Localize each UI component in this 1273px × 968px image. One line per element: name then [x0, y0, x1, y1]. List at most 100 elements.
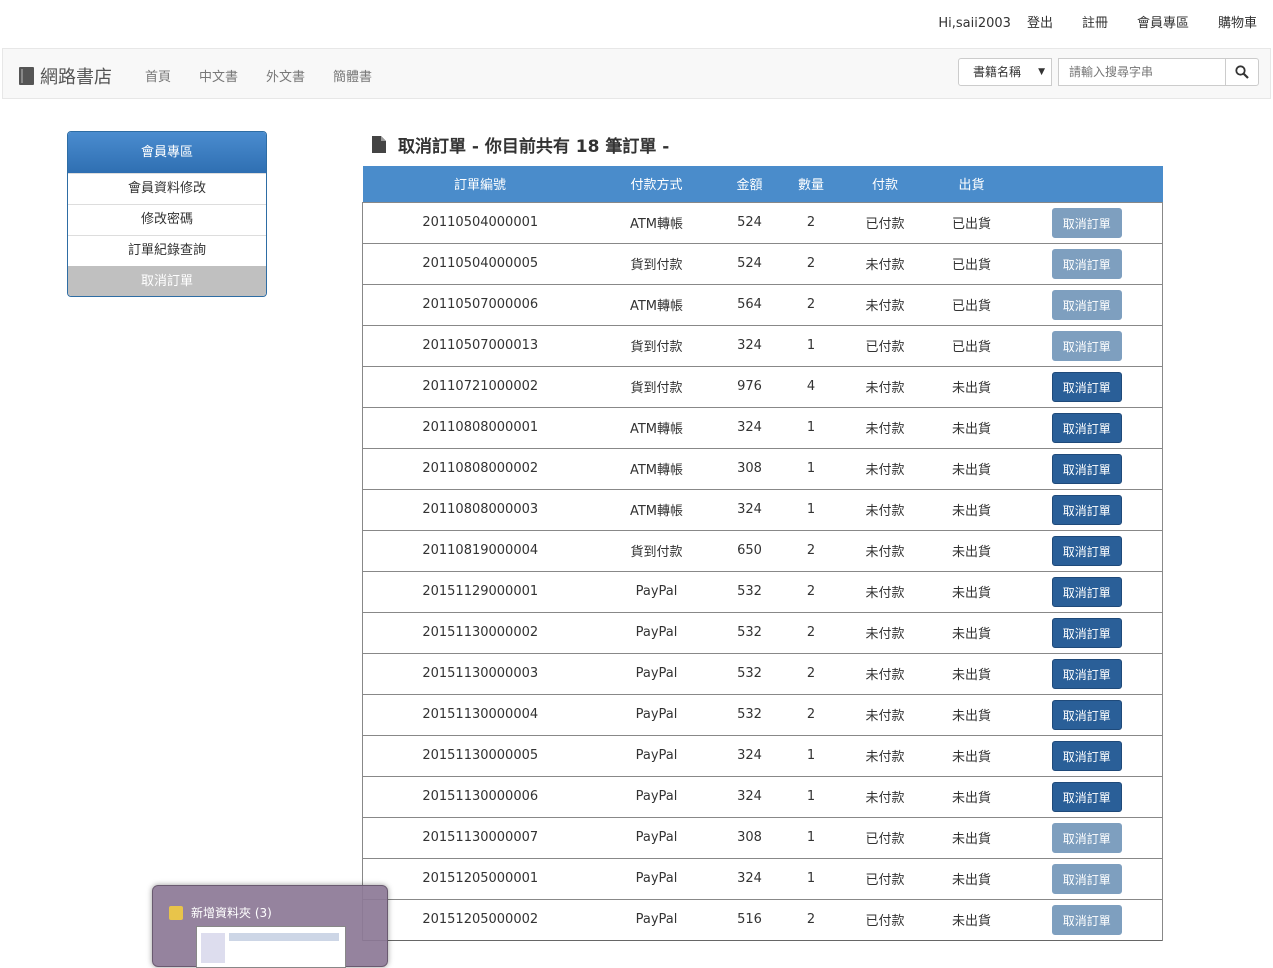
col-header-payment-method: 付款方式 [630, 178, 683, 194]
quantity-cell: 2 [783, 529, 839, 571]
cancel-order-button[interactable]: 取消訂單 [1051, 740, 1122, 771]
payment-status-cell: 未付款 [838, 611, 932, 653]
table-row: 20151130000003 PayPal 532 2 未付款 未出貨 取消訂單 [362, 652, 1163, 694]
sidebar-item-edit-profile[interactable]: 會員資料修改 [68, 173, 266, 204]
action-cell: 取消訂單 [1011, 570, 1163, 612]
col-header-payment-status: 付款 [871, 178, 898, 194]
orders-table: 訂單編號 付款方式 金額 數量 付款 出貨 20110504000001 ATM轉… [362, 166, 1163, 941]
shipping-status-cell: 未出貨 [931, 816, 1012, 858]
payment-method-cell: PayPal [597, 611, 716, 653]
payment-status-cell: 未付款 [838, 734, 932, 776]
page-title: 取消訂單 - 你目前共有 18 筆訂單 - [372, 132, 669, 157]
shipping-status-cell: 未出貨 [931, 406, 1012, 448]
cancel-order-button[interactable]: 取消訂單 [1051, 658, 1122, 689]
amount-cell: 532 [715, 652, 784, 694]
quantity-cell: 1 [783, 447, 839, 489]
payment-status-cell: 未付款 [838, 283, 932, 325]
quantity-cell: 1 [783, 406, 839, 448]
logout-link[interactable]: 登出 [1027, 14, 1053, 34]
cancel-order-button[interactable]: 取消訂單 [1051, 617, 1122, 648]
cancel-order-button[interactable]: 取消訂單 [1051, 781, 1122, 812]
col-header-order-id: 訂單編號 [453, 178, 506, 194]
quantity-cell: 2 [783, 570, 839, 612]
payment-status-cell: 未付款 [838, 652, 932, 694]
cancel-order-button[interactable]: 取消訂單 [1051, 576, 1122, 607]
cancel-order-button[interactable]: 取消訂單 [1051, 822, 1122, 853]
cancel-order-button[interactable]: 取消訂單 [1051, 863, 1122, 894]
cart-link[interactable]: 購物車 [1218, 14, 1257, 34]
payment-status-cell: 已付款 [838, 201, 932, 243]
cancel-order-button[interactable]: 取消訂單 [1051, 248, 1122, 279]
cancel-order-button[interactable]: 取消訂單 [1051, 453, 1122, 484]
payment-status-cell: 未付款 [838, 488, 932, 530]
cancel-order-button[interactable]: 取消訂單 [1051, 494, 1122, 525]
taskbar-thumbnail[interactable]: 新增資料夾 (3) [152, 885, 388, 968]
nav-home[interactable]: 首頁 [145, 66, 171, 85]
nav-simplified-books[interactable]: 簡體書 [333, 66, 372, 85]
payment-status-cell: 未付款 [838, 406, 932, 448]
amount-cell: 524 [715, 242, 784, 284]
sidebar-item-order-history[interactable]: 訂單紀錄查詢 [68, 235, 266, 266]
payment-method-cell: ATM轉帳 [597, 283, 716, 325]
quantity-cell: 2 [783, 611, 839, 653]
amount-cell: 976 [715, 365, 784, 407]
cancel-order-button[interactable]: 取消訂單 [1051, 535, 1122, 566]
member-area-link[interactable]: 會員專區 [1137, 14, 1189, 34]
cancel-order-button[interactable]: 取消訂單 [1051, 904, 1122, 935]
quantity-cell: 4 [783, 365, 839, 407]
nav-chinese-books[interactable]: 中文書 [199, 66, 238, 85]
table-row: 20110504000005 貨到付款 524 2 未付款 已出貨 取消訂單 [362, 242, 1163, 284]
top-links: Hi,saii2003 登出 註冊 會員專區 購物車 [938, 14, 1257, 34]
table-row: 20151130000007 PayPal 308 1 已付款 未出貨 取消訂單 [362, 816, 1163, 858]
page-title-text: 取消訂單 - 你目前共有 18 筆訂單 - [398, 137, 670, 157]
col-header-quantity: 數量 [797, 178, 824, 194]
payment-status-cell: 已付款 [838, 324, 932, 366]
amount-cell: 564 [715, 283, 784, 325]
action-cell: 取消訂單 [1011, 365, 1163, 407]
shipping-status-cell: 未出貨 [931, 898, 1012, 940]
payment-method-cell: ATM轉帳 [597, 201, 716, 243]
cancel-order-button[interactable]: 取消訂單 [1051, 371, 1122, 402]
order-id-cell: 20110721000002 [362, 365, 598, 407]
shipping-status-cell: 未出貨 [931, 857, 1012, 899]
shipping-status-cell: 已出貨 [931, 283, 1012, 325]
nav-foreign-books[interactable]: 外文書 [266, 66, 305, 85]
amount-cell: 324 [715, 734, 784, 776]
order-id-cell: 20151129000001 [362, 570, 598, 612]
action-cell: 取消訂單 [1011, 734, 1163, 776]
shipping-status-cell: 未出貨 [931, 529, 1012, 571]
action-cell: 取消訂單 [1011, 406, 1163, 448]
cancel-order-button[interactable]: 取消訂單 [1051, 412, 1122, 443]
amount-cell: 324 [715, 488, 784, 530]
action-cell: 取消訂單 [1011, 857, 1163, 899]
cancel-order-button[interactable]: 取消訂單 [1051, 699, 1122, 730]
shipping-status-cell: 未出貨 [931, 570, 1012, 612]
cancel-order-button[interactable]: 取消訂單 [1051, 207, 1122, 238]
quantity-cell: 1 [783, 488, 839, 530]
order-id-cell: 20151130000006 [362, 775, 598, 817]
search-button[interactable] [1225, 58, 1259, 86]
search-icon [1235, 65, 1249, 79]
brand[interactable]: 網路書店 [19, 63, 112, 89]
amount-cell: 324 [715, 775, 784, 817]
payment-method-cell: PayPal [597, 857, 716, 899]
payment-method-cell: ATM轉帳 [597, 447, 716, 489]
table-row: 20151130000005 PayPal 324 1 未付款 未出貨 取消訂單 [362, 734, 1163, 776]
action-cell: 取消訂單 [1011, 488, 1163, 530]
action-cell: 取消訂單 [1011, 652, 1163, 694]
action-cell: 取消訂單 [1011, 447, 1163, 489]
quantity-cell: 1 [783, 857, 839, 899]
col-header-shipping-status: 出貨 [958, 178, 985, 194]
cancel-order-button[interactable]: 取消訂單 [1051, 289, 1122, 320]
search-input[interactable] [1058, 58, 1226, 86]
cancel-order-button[interactable]: 取消訂單 [1051, 330, 1122, 361]
table-row: 20110721000002 貨到付款 976 4 未付款 未出貨 取消訂單 [362, 365, 1163, 407]
table-row: 20151130000002 PayPal 532 2 未付款 未出貨 取消訂單 [362, 611, 1163, 653]
search-type-select[interactable]: 書籍名稱 ▼ [958, 58, 1052, 86]
sidebar-item-change-password[interactable]: 修改密碼 [68, 204, 266, 235]
amount-cell: 308 [715, 816, 784, 858]
register-link[interactable]: 註冊 [1082, 14, 1108, 34]
sidebar-item-cancel-order[interactable]: 取消訂單 [68, 266, 266, 296]
greeting-text: Hi,saii2003 [938, 16, 1011, 31]
search-type-value: 書籍名稱 [973, 65, 1022, 79]
